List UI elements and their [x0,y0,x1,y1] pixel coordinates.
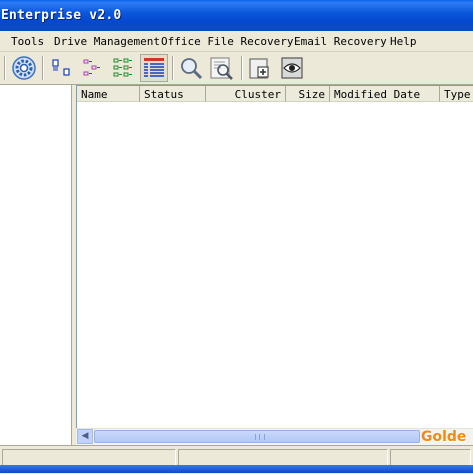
recover-folder-icon [249,58,269,79]
menu-drive-management[interactable]: Drive Management [54,35,160,48]
menu-bar: Tools Drive Management Office File Recov… [0,31,473,52]
column-header-name[interactable]: Name [77,86,140,102]
window-title: Enterprise v2.0 [1,8,122,23]
column-header-status[interactable]: Status [140,86,206,102]
toolbar-separator [241,56,243,80]
menu-email-recovery[interactable]: Email Recovery [294,35,387,48]
toolbar-separator [42,56,44,80]
title-bar: Enterprise v2.0 [0,0,473,31]
menu-help[interactable]: Help [390,35,417,48]
brand-watermark: Golde [421,429,467,445]
menu-tools[interactable]: Tools [11,35,44,48]
horizontal-scrollbar[interactable]: ◀ [76,428,473,445]
preview-button[interactable] [279,55,305,81]
list-view-icon [113,58,132,77]
small-icons-view-icon [83,59,100,76]
gear-icon [12,56,36,80]
file-list-view[interactable]: Name Status Cluster Size Modified Date T… [76,85,473,444]
large-icons-view-icon [52,59,70,76]
scroll-thumb[interactable] [94,430,420,443]
advanced-search-icon [210,57,233,80]
details-view-button[interactable] [140,54,168,82]
toolbar-separator [172,56,174,80]
recover-folder-button[interactable] [247,55,273,81]
column-header-size[interactable]: Size [286,86,330,102]
toolbar-separator [4,56,6,80]
large-icons-button[interactable] [49,55,75,81]
small-icons-button[interactable] [79,55,105,81]
column-header-cluster[interactable]: Cluster [206,86,286,102]
column-header-modified-date[interactable]: Modified Date [330,86,440,102]
menu-office-file-recovery[interactable]: Office File Recovery [161,35,293,48]
settings-button[interactable] [11,55,37,81]
scroll-grip-icon [255,434,265,440]
column-header-type[interactable]: Type [440,86,473,102]
list-view-button[interactable] [110,55,136,81]
folder-tree-pane[interactable] [0,85,72,445]
preview-icon [281,57,303,79]
scroll-left-button[interactable]: ◀ [77,429,93,444]
search-button[interactable] [178,55,204,81]
advanced-search-button[interactable] [209,55,235,81]
details-view-icon [144,58,164,77]
taskbar-strip [0,465,473,473]
search-icon [181,58,203,80]
toolbar [0,52,473,85]
